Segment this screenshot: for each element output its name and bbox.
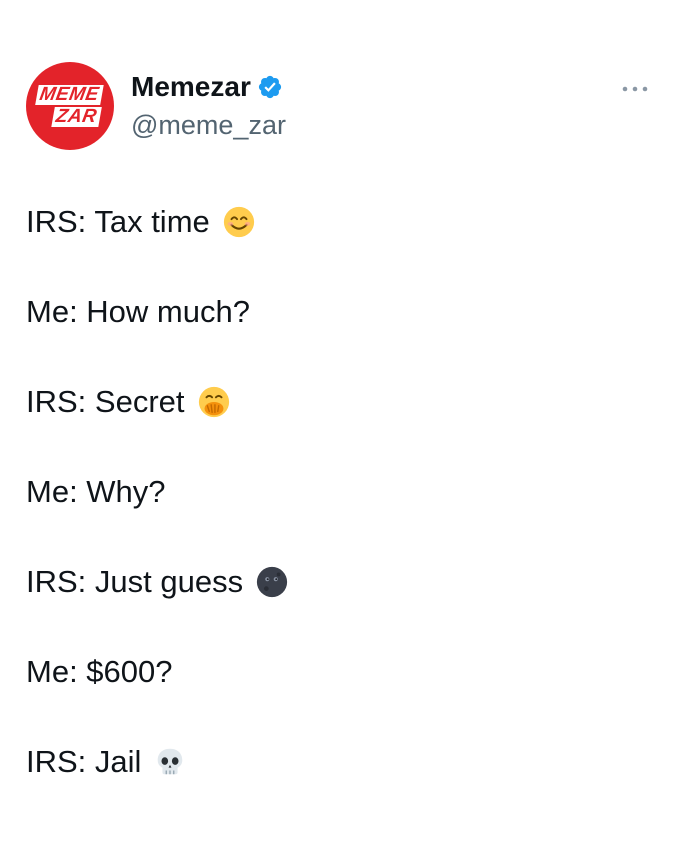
tweet-line-text: IRS: Jail [26, 744, 142, 779]
logo-word-zar: ZAR [51, 106, 102, 127]
tweet-line-text: IRS: Secret [26, 384, 185, 419]
tweet-line-text: Me: $600? [26, 654, 173, 689]
tweet-line: Me: How much? [26, 292, 250, 332]
tweet-line: IRS: Just guess [26, 562, 289, 602]
tweet-line: Me: $600? [26, 652, 173, 692]
tweet-card: MEME ZAR Memezar @meme_zar IRS: Tax time… [0, 0, 676, 842]
memezar-logo: MEME ZAR [29, 84, 105, 127]
tweet-line-text: IRS: Tax time [26, 204, 210, 239]
smiling-face-icon [223, 206, 254, 238]
avatar[interactable]: MEME ZAR [26, 62, 114, 150]
verified-badge-icon[interactable] [257, 74, 283, 100]
tweet-line: IRS: Secret [26, 382, 231, 422]
more-horizontal-icon[interactable] [620, 84, 650, 94]
tweet-line: Me: Why? [26, 472, 166, 512]
logo-word-meme: MEME [34, 84, 104, 105]
tweet-line-text: Me: How much? [26, 294, 250, 329]
new-moon-face-icon [256, 566, 288, 598]
author-name-row: Memezar [131, 70, 283, 104]
author-handle[interactable]: @meme_zar [131, 108, 286, 142]
tweet-line: IRS: Tax time [26, 202, 256, 242]
author-display-name[interactable]: Memezar [131, 70, 251, 104]
skull-icon [158, 748, 183, 775]
face-with-hand-over-mouth-icon [198, 386, 229, 418]
tweet-line-text: Me: Why? [26, 474, 166, 509]
tweet-line-text: IRS: Just guess [26, 564, 244, 599]
tweet-line: IRS: Jail [26, 742, 187, 782]
